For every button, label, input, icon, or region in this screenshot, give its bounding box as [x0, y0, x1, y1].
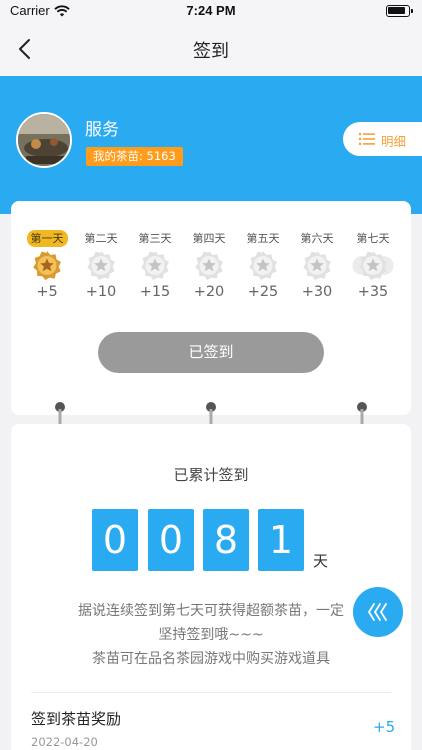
signed-button[interactable]: 已签到 [98, 332, 324, 373]
battery-icon [386, 5, 413, 17]
float-button[interactable] [353, 587, 403, 637]
day-label: 第六天 [300, 232, 334, 245]
detail-label: 明细 [381, 134, 407, 149]
nav-bar: 签到 [0, 22, 422, 76]
divider [31, 692, 391, 693]
day-item: 第五天 +25 [236, 227, 290, 300]
detail-button[interactable]: 明细 [343, 122, 422, 156]
day-points: +35 [357, 284, 389, 300]
streak-title: 已累计签到 [173, 466, 249, 484]
page-title: 签到 [193, 41, 229, 62]
star-badge-icon [87, 251, 115, 280]
list-icon [359, 133, 375, 145]
day-label: 第一天 [26, 230, 68, 247]
day-points: +15 [139, 284, 171, 300]
day-item: 第六天 +30 [290, 227, 344, 300]
clock-label: 7:24 PM [186, 3, 236, 18]
day-label: 第五天 [246, 232, 280, 245]
star-badge-icon [303, 251, 331, 280]
record-title: 签到茶苗奖励 [31, 710, 122, 728]
seed-count-badge: 我的茶苗: 5163 [86, 147, 183, 166]
day-points: +25 [247, 284, 279, 300]
day-item: 第三天 +15 [128, 227, 182, 300]
streak-digit: 0 [92, 509, 138, 571]
multi-star-badge-icon [352, 251, 394, 280]
star-badge-icon [141, 251, 169, 280]
day-points: +20 [193, 284, 225, 300]
avatar-image [18, 114, 70, 166]
star-badge-icon [195, 251, 223, 280]
streak-card: 已累计签到 0 0 8 1 天 据说连续签到第七天可获得超额茶苗，一定 坚持签到… [11, 424, 411, 750]
day-item: 第二天 +10 [74, 227, 128, 300]
chevrons-left-icon [367, 603, 387, 621]
info-text: 据说连续签到第七天可获得超额茶苗，一定 [78, 603, 344, 619]
streak-digit: 0 [148, 509, 194, 571]
streak-digit: 1 [258, 509, 304, 571]
day-label: 第三天 [138, 232, 172, 245]
status-bar: Carrier 7:24 PM [0, 0, 422, 22]
info-text: 茶苗可在品名茶园游戏中购买游戏道具 [92, 651, 330, 667]
streak-unit: 天 [313, 552, 329, 570]
avatar [16, 112, 72, 168]
record-points: +5 [373, 718, 396, 736]
day-points: +10 [85, 284, 117, 300]
streak-digit: 8 [203, 509, 249, 571]
day-label: 第七天 [356, 232, 390, 245]
day-item: 第一天 +5 [20, 227, 74, 300]
day-item: 第七天 +35 [346, 227, 400, 300]
day-label: 第四天 [192, 232, 226, 245]
star-badge-icon [33, 251, 61, 280]
day-points: +5 [36, 284, 58, 300]
checkin-card: 第一天 +5 第二天 +10 第三天 +15 第四天 +20 第五天 +25 第… [11, 201, 411, 415]
record-date: 2022-04-20 [31, 735, 98, 749]
star-badge-icon [249, 251, 277, 280]
day-label: 第二天 [84, 232, 118, 245]
info-text: 坚持签到哦~~~ [158, 627, 264, 643]
user-name: 服务 [85, 120, 119, 140]
day-points: +30 [301, 284, 333, 300]
day-item: 第四天 +20 [182, 227, 236, 300]
